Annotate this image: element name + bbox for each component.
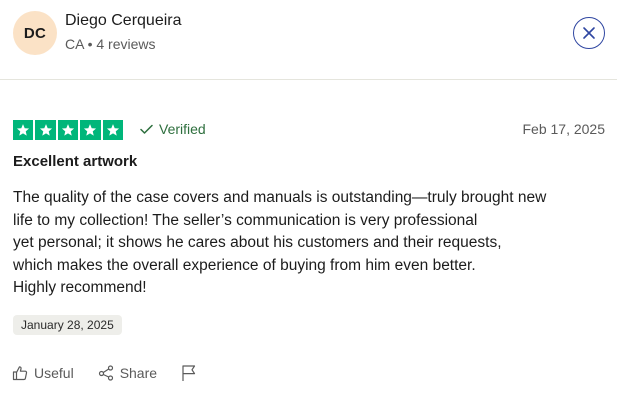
report-button[interactable] xyxy=(181,364,197,382)
experience-date-badge: January 28, 2025 xyxy=(13,315,122,335)
review-actions: Useful Share xyxy=(12,364,197,382)
useful-button[interactable]: Useful xyxy=(12,365,74,381)
reviewer-header: DC Diego Cerqueira CA • 4 reviews xyxy=(0,0,617,80)
avatar[interactable]: DC xyxy=(13,11,57,55)
flag-icon xyxy=(182,365,196,381)
useful-label: Useful xyxy=(34,365,74,381)
review-body-line: yet personal; it shows he cares about hi… xyxy=(13,234,502,251)
reviewer-meta: CA • 4 reviews xyxy=(65,36,156,52)
review-body-line: Highly recommend! xyxy=(13,279,147,296)
star-icon xyxy=(35,120,56,140)
close-icon xyxy=(583,27,595,39)
review-body: The quality of the case covers and manua… xyxy=(13,187,603,300)
review-body-line: The quality of the case covers and manua… xyxy=(13,189,547,206)
checkmark-icon xyxy=(140,124,153,134)
thumbs-up-icon xyxy=(12,366,28,381)
close-button[interactable] xyxy=(573,17,605,49)
review-body-line: which makes the overall experience of bu… xyxy=(13,256,476,274)
verified-badge[interactable]: Verified xyxy=(140,121,206,137)
star-icon xyxy=(13,120,34,140)
star-icon xyxy=(57,120,79,140)
share-icon xyxy=(98,365,113,381)
star-icon xyxy=(80,120,101,140)
share-label: Share xyxy=(119,365,158,381)
review-date: Feb 17, 2025 xyxy=(522,121,605,137)
reviewer-name[interactable]: Diego Cerqueira xyxy=(65,12,182,30)
share-button[interactable]: Share xyxy=(98,365,157,381)
review-body-line: life to my collection! The seller’s comm… xyxy=(13,211,478,229)
verified-label: Verified xyxy=(159,121,206,137)
review-title: Excellent artwork xyxy=(13,153,138,170)
star-icon xyxy=(102,120,123,140)
star-rating xyxy=(13,120,123,140)
